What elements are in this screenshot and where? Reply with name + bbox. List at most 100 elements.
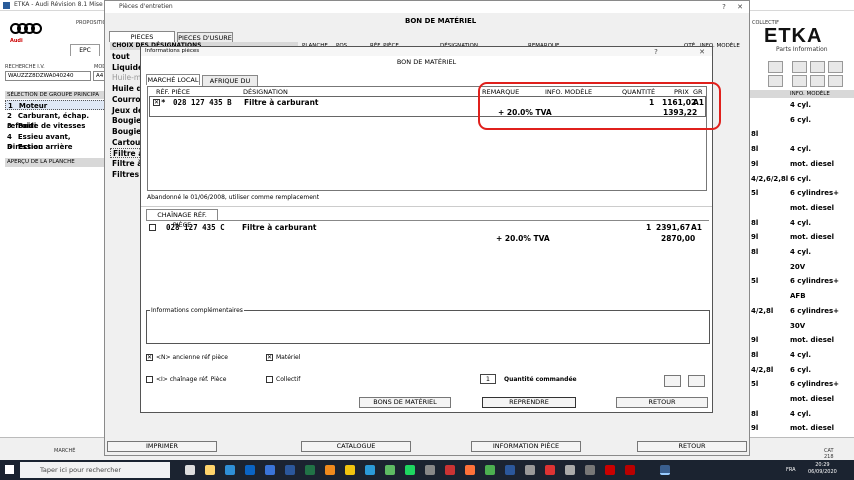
model-row[interactable]: 4/2,8l 6 cylindres+	[747, 306, 854, 316]
clock[interactable]: 20:29 06/09/2020	[808, 462, 837, 476]
mail-icon[interactable]	[265, 465, 275, 475]
marche-label: MARCHÉ	[54, 448, 76, 454]
dialog-close-icon[interactable]: ✕	[695, 47, 709, 58]
group-item[interactable]: 5 Essieu arrière	[5, 142, 108, 152]
chain-row-checkbox[interactable]	[149, 224, 156, 231]
app-icon-4[interactable]	[445, 465, 455, 475]
group-item[interactable]: 1 Moteur	[5, 100, 108, 110]
close-icon[interactable]: ✕	[733, 2, 747, 13]
model-row[interactable]: 8l 4 cyl.	[747, 144, 854, 154]
materiel-checkbox[interactable]: ✕	[266, 354, 273, 361]
help-button[interactable]: ?	[717, 2, 731, 13]
model-row[interactable]: 8l 4 cyl.	[747, 409, 854, 419]
tab-pieces-entretien[interactable]: PIECES D'ENTRETIEN	[109, 31, 175, 51]
model-row[interactable]: mot. diesel	[747, 203, 854, 213]
tab-afrique-du-sud[interactable]: AFRIQUE DU SUD	[202, 75, 258, 95]
toolbar-icon-1[interactable]	[768, 61, 783, 73]
folder-icon[interactable]	[345, 465, 355, 475]
tab-epc[interactable]: EPC	[70, 44, 100, 56]
dialog-heading: BON DE MATÉRIEL	[396, 58, 457, 66]
toolbar-icon-2[interactable]	[768, 75, 783, 87]
app-icon-7[interactable]	[545, 465, 555, 475]
app-icon-6[interactable]	[525, 465, 535, 475]
app-icon-3[interactable]	[425, 465, 435, 475]
collectif-checkbox[interactable]	[266, 376, 273, 383]
model-row[interactable]: 9l mot. diesel	[747, 159, 854, 169]
retour-button[interactable]: RETOUR	[637, 441, 747, 452]
pin-icon[interactable]	[792, 61, 807, 73]
nav-icon[interactable]	[828, 61, 843, 73]
model-row[interactable]: 4/2,8l 6 cyl.	[747, 365, 854, 375]
model-info: mot. diesel	[790, 203, 835, 212]
model-row[interactable]: 4/2,6/2,8l 6 cyl.	[747, 174, 854, 184]
tool-icon[interactable]	[810, 61, 825, 73]
next-icon[interactable]	[828, 75, 843, 87]
tab-chainage[interactable]: CHAÎNAGE RÉF. PIÈCE	[146, 209, 218, 229]
app-icon-10[interactable]	[605, 465, 615, 475]
model-row[interactable]: mot. diesel	[747, 394, 854, 404]
imprimer-button[interactable]: IMPRIMER	[107, 441, 217, 452]
etka-task-icon[interactable]	[660, 465, 670, 475]
vin-field[interactable]: WAUZZZ8DZWA040240	[5, 71, 91, 81]
dialog-help-button[interactable]: ?	[649, 47, 663, 58]
part-row-checkbox[interactable]: ✕	[153, 99, 160, 106]
model-row[interactable]: 5l 6 cylindres+	[747, 379, 854, 389]
ancienne-checkbox[interactable]: ✕	[146, 354, 153, 361]
model-row[interactable]: AFB	[747, 291, 854, 301]
word-icon[interactable]	[285, 465, 295, 475]
tab-marche-local[interactable]: MARCHÉ LOCAL	[146, 74, 200, 85]
abandon-note: Abandonné le 01/06/2008, utiliser comme …	[147, 194, 320, 201]
model-row[interactable]: 8l 4 cyl.	[747, 247, 854, 257]
language-indicator[interactable]: FRA	[786, 467, 796, 473]
firefox-icon[interactable]	[465, 465, 475, 475]
group-label: Moteur	[18, 102, 48, 110]
collectif-label: Collectif	[276, 376, 301, 383]
app-icon-2[interactable]	[385, 465, 395, 475]
model-row[interactable]: 5l 6 cylindres+	[747, 188, 854, 198]
model-row[interactable]: 30V	[747, 321, 854, 331]
vlc-icon[interactable]	[325, 465, 335, 475]
store-icon[interactable]	[245, 465, 255, 475]
info-complementaires-box[interactable]: Informations complémentaires	[146, 307, 710, 344]
model-row[interactable]: 8l 4 cyl.	[747, 218, 854, 228]
chrome-icon[interactable]	[485, 465, 495, 475]
edge-icon[interactable]	[225, 465, 235, 475]
task-view-icon[interactable]	[185, 465, 195, 475]
dialog-retour-button[interactable]: RETOUR	[616, 397, 708, 408]
chain-row[interactable]: 028 127 435 C Filtre à carburant 1 2391,…	[146, 222, 709, 244]
print-icon[interactable]	[664, 375, 681, 387]
app-icon-9[interactable]	[585, 465, 595, 475]
first-icon[interactable]	[792, 75, 807, 87]
group-item[interactable]: 3 Boite de vitesses	[5, 121, 108, 131]
app-icon-1[interactable]	[365, 465, 375, 475]
bons-materiel-button[interactable]: BONS DE MATÉRIEL	[359, 397, 451, 408]
spotify-icon[interactable]	[405, 465, 415, 475]
windows-start-icon[interactable]	[5, 465, 14, 474]
reprendre-button[interactable]: REPRENDRE	[482, 397, 576, 408]
edit-icon[interactable]	[688, 375, 705, 387]
model-row[interactable]: 5l 6 cylindres+	[747, 276, 854, 286]
prev-icon[interactable]	[810, 75, 825, 87]
chainage-checkbox[interactable]	[146, 376, 153, 383]
model-row[interactable]: 20V	[747, 262, 854, 272]
app-icon-5[interactable]	[505, 465, 515, 475]
model-row[interactable]: 9l mot. diesel	[747, 335, 854, 345]
group-item[interactable]: 2 Carburant, échap. refroidi	[5, 111, 108, 130]
group-item[interactable]: 4 Essieu avant, Direction	[5, 132, 108, 151]
model-row[interactable]: 9l mot. diesel	[747, 423, 854, 433]
information-piece-button[interactable]: INFORMATION PIÈCE	[471, 441, 581, 452]
model-row[interactable]: 8l 4 cyl.	[747, 350, 854, 360]
app-icon-8[interactable]	[565, 465, 575, 475]
group-num: 4	[7, 132, 12, 141]
model-row[interactable]: 6 cyl.	[747, 115, 854, 125]
excel-icon[interactable]	[305, 465, 315, 475]
model-row[interactable]: 4 cyl.	[747, 100, 854, 110]
app-icon-11[interactable]	[625, 465, 635, 475]
model-row[interactable]: 9l mot. diesel	[747, 232, 854, 242]
catalogue-button[interactable]: CATALOGUE	[301, 441, 411, 452]
file-explorer-icon[interactable]	[205, 465, 215, 475]
model-row[interactable]: 8l	[747, 129, 854, 139]
engine-size: 8l	[751, 218, 759, 227]
taskbar-search-input[interactable]: Taper ici pour rechercher	[20, 462, 170, 478]
quantity-input[interactable]: 1	[480, 374, 496, 384]
